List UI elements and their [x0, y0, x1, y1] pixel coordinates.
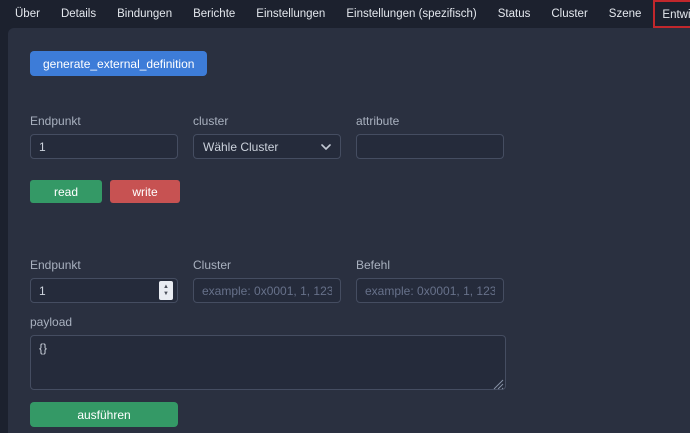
payload-textarea[interactable]: {} [30, 335, 506, 390]
exec-cluster-field-group: Cluster [193, 258, 341, 303]
tab-bindungen[interactable]: Bindungen [117, 8, 172, 20]
dev-console-panel: generate_external_definition Endpunkt cl… [8, 28, 690, 433]
tab-szene[interactable]: Szene [609, 8, 642, 20]
tab-details[interactable]: Details [61, 8, 96, 20]
exec-endpoint-number-input[interactable] [30, 278, 178, 303]
device-tab-bar: Über Details Bindungen Berichte Einstell… [0, 0, 690, 28]
cluster-select[interactable]: Wähle Cluster [193, 134, 341, 159]
number-spinner-icon[interactable]: ▲▼ [159, 281, 173, 300]
generate-external-definition-button[interactable]: generate_external_definition [30, 51, 207, 76]
exec-cluster-input[interactable] [193, 278, 341, 303]
exec-endpoint-field-group: Endpunkt ▲▼ [30, 258, 178, 303]
tab-cluster[interactable]: Cluster [551, 8, 587, 20]
read-write-button-row: read write [30, 180, 690, 203]
endpoint-field-group: Endpunkt [30, 114, 178, 159]
attribute-label: attribute [356, 114, 504, 128]
tab-einstellungen-spezifisch[interactable]: Einstellungen (spezifisch) [346, 8, 476, 20]
execute-command-section: Endpunkt ▲▼ Cluster Befehl payload [30, 258, 690, 427]
read-button[interactable]: read [30, 180, 102, 203]
command-field-group: Befehl [356, 258, 504, 303]
cluster-select-value: Wähle Cluster [203, 140, 278, 154]
tab-status[interactable]: Status [498, 8, 531, 20]
read-write-field-row: Endpunkt cluster Wähle Cluster attribute [30, 114, 690, 159]
cluster-field-group: cluster Wähle Cluster [193, 114, 341, 159]
tab-berichte[interactable]: Berichte [193, 8, 235, 20]
endpoint-label: Endpunkt [30, 114, 178, 128]
tab-entwickler-konsole[interactable]: Entwickler-Konsole [662, 9, 690, 21]
exec-cluster-label: Cluster [193, 258, 341, 272]
attribute-field-group: attribute [356, 114, 504, 159]
execute-field-row: Endpunkt ▲▼ Cluster Befehl [30, 258, 690, 303]
annotation-highlight-box: Entwickler-Konsole [653, 0, 690, 28]
write-button[interactable]: write [110, 180, 180, 203]
endpoint-input[interactable] [30, 134, 178, 159]
payload-label: payload [30, 315, 506, 329]
command-input[interactable] [356, 278, 504, 303]
command-label: Befehl [356, 258, 504, 272]
chevron-down-icon [321, 144, 331, 150]
attribute-input[interactable] [356, 134, 504, 159]
tab-ueber[interactable]: Über [15, 8, 40, 20]
payload-field-group: payload {} [30, 315, 506, 390]
read-write-section: Endpunkt cluster Wähle Cluster attribute… [30, 114, 690, 203]
cluster-label: cluster [193, 114, 341, 128]
tab-einstellungen[interactable]: Einstellungen [256, 8, 325, 20]
exec-endpoint-label: Endpunkt [30, 258, 178, 272]
execute-button[interactable]: ausführen [30, 402, 178, 427]
